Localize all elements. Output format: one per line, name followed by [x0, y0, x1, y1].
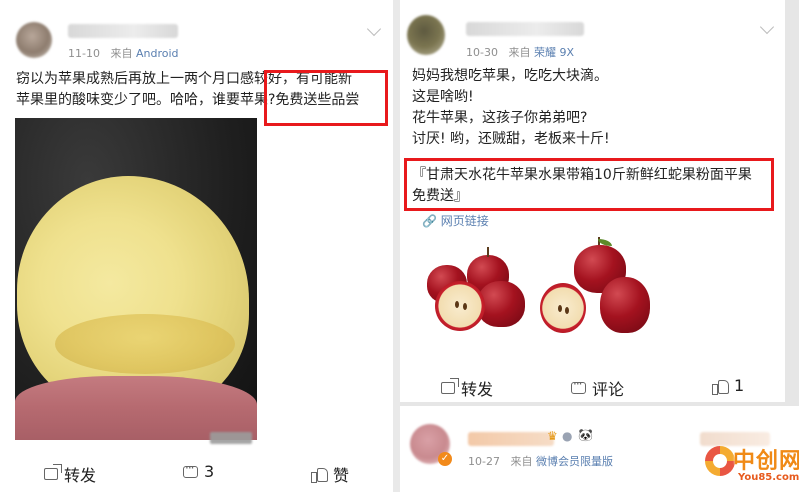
like-button[interactable]: 赞: [311, 462, 349, 486]
member-crown-icon: ♛: [547, 429, 558, 443]
share-icon: [44, 468, 58, 480]
comment-icon: [183, 461, 198, 478]
next-post-source-prefix: 来自: [510, 455, 533, 468]
left-post-source[interactable]: Android: [136, 47, 179, 60]
share-icon: [441, 382, 455, 394]
comment-icon: [571, 377, 586, 394]
right-post-username[interactable]: [466, 22, 584, 36]
panda-icon: 🐼: [578, 428, 593, 442]
next-post-meta: 10-27 来自 微博会员限量版: [468, 453, 613, 469]
apple-seed-shape: [558, 305, 562, 312]
apple-half-shape: [540, 283, 586, 333]
watermark-name: 中创网: [733, 449, 799, 474]
right-post-source[interactable]: 荣耀 9X: [534, 46, 574, 59]
apple-seed-shape: [565, 307, 569, 314]
red-apple-photo-2[interactable]: [538, 237, 655, 355]
verified-badge-icon: ✓: [438, 452, 452, 466]
share-button[interactable]: 转发: [441, 376, 493, 400]
like-count: 1: [734, 376, 745, 395]
next-post-username[interactable]: [468, 432, 554, 446]
left-post-meta: 11-10 来自 Android: [68, 45, 179, 61]
column-divider: [393, 0, 400, 492]
right-post-text-line: 这是啥哟!: [412, 89, 474, 105]
next-post-timestamp: 10-27: [468, 455, 500, 468]
share-button[interactable]: 转发: [44, 462, 96, 486]
apple-seed-shape: [463, 303, 467, 310]
link-icon: 🔗: [422, 214, 437, 228]
peeled-apple-photo[interactable]: [15, 118, 257, 440]
web-link[interactable]: 🔗 网页链接: [422, 212, 489, 229]
right-post-timestamp: 10-30: [466, 46, 498, 59]
photo-watermark-tag: [210, 432, 252, 444]
apple-whole-shape: [600, 277, 650, 333]
share-label: 转发: [461, 380, 494, 399]
web-link-label: 网页链接: [440, 214, 489, 228]
comment-button[interactable]: 评论: [571, 376, 624, 400]
apple-half-shape: [435, 281, 485, 331]
apple-bite-shape: [55, 314, 235, 374]
left-post-username[interactable]: [68, 24, 178, 38]
right-post-card: 10-30 来自 荣耀 9X 妈妈我想吃苹果，吃吃大块滴。 这是啥哟! 花牛苹果…: [400, 0, 785, 402]
watermark-site: You85.com: [738, 472, 799, 483]
comment-button[interactable]: 3: [183, 461, 215, 481]
right-post-text-line: 妈妈我想吃苹果，吃吃大块滴。: [412, 68, 608, 84]
highlight-box-free-tasting: [264, 70, 388, 126]
left-post-timestamp: 11-10: [68, 47, 100, 60]
badge-medal-icon: ●: [562, 429, 573, 443]
highlight-box-product-title: [404, 158, 774, 211]
thumbs-up-icon: [712, 379, 729, 395]
comment-label: 评论: [592, 380, 625, 399]
hand-shape: [15, 376, 257, 440]
apple-seed-shape: [455, 301, 459, 308]
like-label: 赞: [333, 466, 350, 485]
comment-count: 3: [204, 462, 215, 481]
left-post-source-prefix: 来自: [110, 47, 133, 60]
right-post-source-prefix: 来自: [508, 46, 531, 59]
next-post-source[interactable]: 微博会员限量版: [536, 455, 613, 468]
share-label: 转发: [64, 466, 97, 485]
chevron-down-icon[interactable]: [759, 19, 775, 35]
site-watermark: 中创网 You85.com: [705, 440, 799, 490]
left-post-avatar[interactable]: [16, 22, 52, 58]
like-button[interactable]: 1: [712, 376, 744, 395]
apple-stem-shape: [487, 247, 489, 257]
right-post-avatar[interactable]: [407, 15, 445, 55]
right-post-text-line: 讨厌! 哟，还贼甜，老板来十斤!: [412, 131, 610, 147]
right-post-text-line: 花牛苹果，这孩子你弟弟吧?: [412, 110, 588, 126]
chevron-down-icon[interactable]: [366, 21, 382, 37]
right-post-text: 妈妈我想吃苹果，吃吃大块滴。 这是啥哟! 花牛苹果，这孩子你弟弟吧? 讨厌! 哟…: [412, 66, 610, 150]
watermark-logo-icon: [705, 446, 735, 476]
red-apple-photo-1[interactable]: [421, 237, 538, 355]
thumbs-up-icon: [311, 467, 328, 483]
right-post-meta: 10-30 来自 荣耀 9X: [466, 44, 574, 60]
left-post-card: 11-10 来自 Android 窃以为苹果成熟后再放上一两个月口感较好，有可能…: [0, 0, 393, 492]
